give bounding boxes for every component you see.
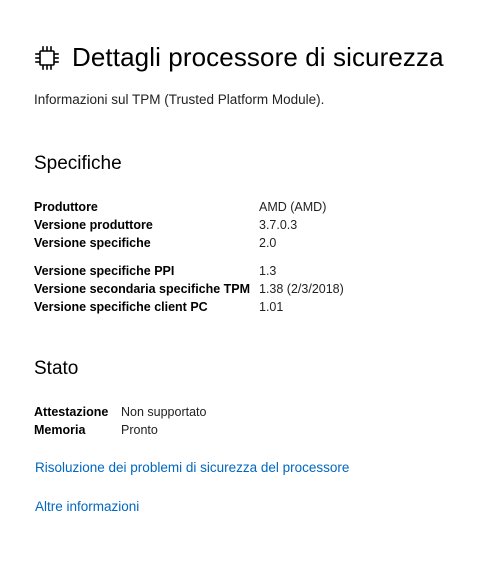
spec-label: Versione specifiche	[34, 236, 151, 250]
status-label: Attestazione	[34, 405, 109, 419]
status-row-attestazione: Attestazione Non supportato	[34, 405, 454, 423]
status-value: Non supportato	[121, 405, 207, 419]
specifiche-group-2: Versione specifiche PPI 1.3 Versione sec…	[34, 264, 454, 318]
more-info-link[interactable]: Altre informazioni	[35, 499, 139, 514]
specifiche-heading: Specifiche	[34, 153, 122, 174]
spec-value: 1.3	[259, 264, 277, 278]
security-processor-details-page: Dettagli processore di sicurezza Informa…	[0, 0, 493, 577]
spec-row-produttore: Produttore AMD (AMD)	[34, 200, 454, 218]
chip-icon	[34, 45, 60, 71]
spec-row-versione-secondaria-tpm: Versione secondaria specifiche TPM 1.38 …	[34, 282, 454, 300]
stato-table: Attestazione Non supportato Memoria Pron…	[34, 405, 454, 441]
spec-value: 3.7.0.3	[259, 218, 298, 232]
spec-label: Produttore	[34, 200, 98, 214]
spec-value: 2.0	[259, 236, 277, 250]
status-label: Memoria	[34, 423, 86, 437]
status-row-memoria: Memoria Pronto	[34, 423, 454, 441]
specifiche-group-1: Produttore AMD (AMD) Versione produttore…	[34, 200, 454, 254]
spec-label: Versione secondaria specifiche TPM	[34, 282, 251, 296]
status-value: Pronto	[121, 423, 158, 437]
spec-value: 1.01	[259, 300, 284, 314]
page-subtitle: Informazioni sul TPM (Trusted Platform M…	[34, 92, 325, 107]
spec-value: 1.38 (2/3/2018)	[259, 282, 344, 296]
spec-value: AMD (AMD)	[259, 200, 327, 214]
spec-row-versione-client-pc: Versione specifiche client PC 1.01	[34, 300, 454, 318]
spec-row-versione-specifiche: Versione specifiche 2.0	[34, 236, 454, 254]
spec-row-versione-produttore: Versione produttore 3.7.0.3	[34, 218, 454, 236]
page-title: Dettagli processore di sicurezza	[72, 42, 444, 72]
troubleshoot-link[interactable]: Risoluzione dei problemi di sicurezza de…	[35, 460, 349, 475]
spec-label: Versione specifiche PPI	[34, 264, 175, 278]
spec-label: Versione specifiche client PC	[34, 300, 208, 314]
page-header: Dettagli processore di sicurezza	[34, 42, 444, 73]
stato-heading: Stato	[34, 358, 79, 379]
spec-label: Versione produttore	[34, 218, 153, 232]
spec-row-versione-ppi: Versione specifiche PPI 1.3	[34, 264, 454, 282]
